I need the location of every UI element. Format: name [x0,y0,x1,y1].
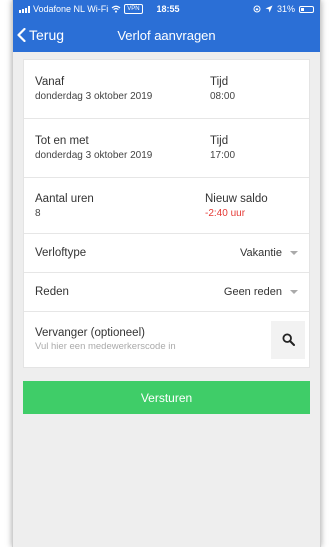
reason-value: Geen reden [223,286,282,298]
battery-percent: 31% [276,4,295,14]
balance-value: -2:40 uur [205,207,246,219]
substitute-row: Vervanger (optioneel) Vul hier een medew… [24,312,309,367]
hours-field: Aantal uren 8 [35,193,205,219]
from-row[interactable]: Vanaf donderdag 3 oktober 2019 Tijd 08:0… [24,60,309,119]
vpn-badge: VPN [124,4,143,14]
signal-icon [19,5,30,13]
battery-icon [299,5,314,13]
back-button[interactable]: Terug [13,27,64,43]
from-date: donderdag 3 oktober 2019 [35,91,153,102]
from-time-label: Tijd [210,76,229,88]
hours-row: Aantal uren 8 Nieuw saldo -2:40 uur [24,178,309,234]
carrier-info: Vodafone NL Wi-Fi VPN [19,4,143,14]
leave-type-select[interactable]: Vakantie [240,247,298,259]
back-label: Terug [29,27,65,43]
location-icon [265,5,273,13]
leave-type-value: Vakantie [240,247,282,259]
from-time-field[interactable]: Tijd 08:00 [210,76,298,102]
to-row[interactable]: Tot en met donderdag 3 oktober 2019 Tijd… [24,119,309,178]
balance-label: Nieuw saldo [205,192,268,205]
to-date-field[interactable]: Tot en met donderdag 3 oktober 2019 [35,135,210,161]
leave-request-form: Vanaf donderdag 3 oktober 2019 Tijd 08:0… [23,59,310,368]
to-label: Tot en met [35,135,89,147]
reason-select[interactable]: Geen reden [224,286,298,298]
substitute-field[interactable]: Vervanger (optioneel) Vul hier een medew… [35,327,271,352]
to-time-field[interactable]: Tijd 17:00 [210,135,298,161]
search-icon [281,333,295,346]
carrier-name: Vodafone NL Wi-Fi [33,4,109,14]
from-time: 08:00 [210,91,236,102]
substitute-input[interactable]: Vul hier een medewerkerscode in [35,341,271,352]
chevron-left-icon [17,28,26,42]
search-button[interactable] [271,320,305,359]
reason-row[interactable]: Reden Geen reden [24,273,309,312]
hours-label: Aantal uren [35,192,94,205]
caret-down-icon [290,251,298,255]
from-label: Vanaf [35,76,65,88]
to-time-label: Tijd [210,135,229,147]
substitute-label: Vervanger (optioneel) [35,327,145,339]
to-date: donderdag 3 oktober 2019 [35,150,153,161]
submit-button[interactable]: Versturen [23,381,310,414]
status-time: 18:55 [156,4,180,14]
status-bar: Vodafone NL Wi-Fi VPN 18:55 31% [13,0,320,18]
reason-label: Reden [35,286,69,298]
balance-field: Nieuw saldo -2:40 uur [205,193,298,219]
navigation-bar: Terug Verlof aanvragen [13,18,320,52]
from-date-field[interactable]: Vanaf donderdag 3 oktober 2019 [35,76,210,102]
status-right: 31% [253,4,314,14]
hours-value: 8 [35,207,41,219]
top-bar: Vodafone NL Wi-Fi VPN 18:55 31% Terug Ve… [13,0,320,52]
to-time: 17:00 [210,150,236,161]
leave-type-row[interactable]: Verloftype Vakantie [24,234,309,273]
lock-rotation-icon [253,5,261,13]
app-screen: Vodafone NL Wi-Fi VPN 18:55 31% Terug Ve… [12,0,321,547]
leave-type-label: Verloftype [35,247,87,259]
wifi-icon [111,5,121,13]
caret-down-icon [290,290,298,294]
